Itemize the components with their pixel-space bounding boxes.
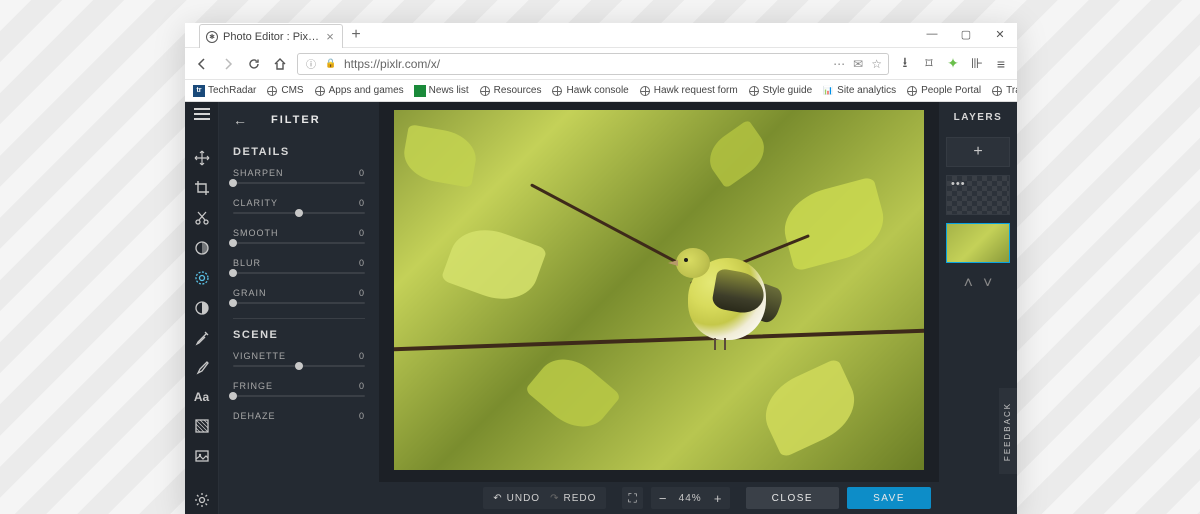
url-text: https://pixlr.com/x/ (344, 57, 827, 71)
text-tool-icon[interactable]: Aa (193, 390, 211, 404)
layers-title: LAYERS (954, 112, 1003, 123)
tab-title: Photo Editor : Pixlr X - free im... (223, 31, 319, 43)
library-icon[interactable]: ⊪ (969, 55, 985, 72)
zoom-in-button[interactable]: + (706, 491, 730, 506)
page-actions-icon[interactable]: ⋯ (833, 57, 845, 71)
browser-window: ✱ Photo Editor : Pixlr X - free im... × … (185, 23, 1017, 514)
title-bar: ✱ Photo Editor : Pixlr X - free im... × … (185, 23, 1017, 48)
zoom-group: − 44% + (651, 487, 730, 509)
forward-button[interactable] (219, 55, 237, 73)
canvas-main[interactable] (379, 102, 939, 482)
extension-icon[interactable]: ✦ (945, 55, 961, 72)
sharpen-slider[interactable]: SHARPEN0 (233, 168, 365, 184)
grain-slider[interactable]: GRAIN0 (233, 288, 365, 304)
site-info-icon[interactable]: ⓘ (304, 57, 318, 71)
hamburger-icon[interactable] (185, 108, 218, 120)
redo-button[interactable]: ↷ REDO (550, 493, 596, 504)
browser-toolbar: ⓘ 🔒 https://pixlr.com/x/ ⋯ ✉ ☆ ⭳ ⌑ ✦ ⊪ ≡ (185, 48, 1017, 80)
vignette-slider[interactable]: VIGNETTE0 (233, 351, 365, 367)
undo-redo-group: ↶ UNDO ↷ REDO (483, 487, 606, 509)
zoom-out-button[interactable]: − (651, 491, 675, 506)
image-tool-icon[interactable] (193, 448, 211, 464)
screenshot-icon[interactable]: ⌑ (921, 55, 937, 72)
bookmark-hawkrequest[interactable]: Hawk request form (639, 85, 738, 97)
bookmark-resources[interactable]: Resources (479, 85, 542, 97)
toolbar-right: ⭳ ⌑ ✦ ⊪ ≡ (897, 52, 1009, 76)
close-button[interactable]: CLOSE (746, 487, 839, 509)
bookmark-newslist[interactable]: News list (414, 85, 469, 97)
bookmark-styleguide[interactable]: Style guide (748, 85, 812, 97)
new-tab-button[interactable]: + (343, 23, 369, 47)
texture-tool-icon[interactable] (193, 418, 211, 434)
home-button[interactable] (271, 55, 289, 73)
pixlr-app: Aa ← FILTER DETAILS SHARPEN0 CLARITY0 SM… (185, 102, 1017, 514)
brush-tool-icon[interactable] (193, 360, 211, 376)
undo-button[interactable]: ↶ UNDO (493, 493, 540, 504)
back-button[interactable] (193, 55, 211, 73)
lock-icon: 🔒 (324, 57, 338, 71)
layer-up-icon[interactable]: ˄ (964, 275, 973, 293)
bookmark-apps[interactable]: Apps and games (314, 85, 404, 97)
bookmark-cms[interactable]: CMS (266, 85, 303, 97)
tab-close-icon[interactable]: × (324, 29, 336, 44)
smooth-slider[interactable]: SMOOTH0 (233, 228, 365, 244)
filter-panel: ← FILTER DETAILS SHARPEN0 CLARITY0 SMOOT… (219, 102, 379, 514)
browser-tab[interactable]: ✱ Photo Editor : Pixlr X - free im... × (199, 24, 343, 48)
contrast-tool-icon[interactable] (193, 300, 211, 316)
url-actions: ⋯ ✉ ☆ (833, 57, 882, 71)
clarity-slider[interactable]: CLARITY0 (233, 198, 365, 214)
fit-screen-button[interactable]: ⛶ (622, 487, 642, 509)
bookmark-hawkconsole[interactable]: Hawk console (551, 85, 628, 97)
bookmark-techradar[interactable]: trTechRadar (193, 85, 256, 97)
adjust-tool-icon[interactable] (193, 240, 211, 256)
cut-tool-icon[interactable] (193, 210, 211, 226)
close-window-button[interactable]: ✕ (983, 23, 1017, 45)
bookmark-star-icon[interactable]: ☆ (871, 57, 882, 71)
panel-back-icon[interactable]: ← (233, 112, 247, 128)
bookmark-siteanalytics[interactable]: 📊Site analytics (822, 85, 896, 97)
eyedropper-tool-icon[interactable] (193, 330, 211, 346)
menu-icon[interactable]: ≡ (993, 56, 1009, 72)
layer-nav: ˄ ˅ (964, 275, 993, 293)
move-tool-icon[interactable] (193, 150, 211, 166)
canvas-area: ↶ UNDO ↷ REDO ⛶ − 44% + CLOSE SAVE (379, 102, 939, 514)
save-button[interactable]: SAVE (847, 487, 931, 509)
scene-section-title: SCENE (233, 329, 365, 341)
settings-tool-icon[interactable] (193, 492, 211, 508)
add-layer-button[interactable]: + (946, 137, 1010, 167)
maximize-button[interactable]: ▢ (949, 23, 983, 45)
pixlr-favicon: ✱ (206, 31, 218, 43)
bookmark-peopleportal[interactable]: People Portal (906, 85, 981, 97)
url-bar[interactable]: ⓘ 🔒 https://pixlr.com/x/ ⋯ ✉ ☆ (297, 53, 889, 75)
layer-down-icon[interactable]: ˅ (983, 275, 992, 293)
download-icon[interactable]: ⭳ (897, 52, 913, 76)
toolstrip: Aa (185, 102, 219, 514)
crop-tool-icon[interactable] (193, 180, 211, 196)
bookmark-trainticket[interactable]: Train ticket form (991, 85, 1017, 97)
window-controls: — ▢ ✕ (915, 23, 1017, 45)
details-section-title: DETAILS (233, 146, 365, 158)
panel-title: FILTER (271, 114, 321, 126)
blur-slider[interactable]: BLUR0 (233, 258, 365, 274)
bookmarks-bar: trTechRadar CMS Apps and games News list… (185, 80, 1017, 102)
reload-button[interactable] (245, 55, 263, 73)
feedback-tab[interactable]: FEEDBACK (999, 388, 1017, 474)
layer-thumb-empty[interactable]: ••• (946, 175, 1010, 215)
filter-tool-icon[interactable] (193, 270, 211, 286)
minimize-button[interactable]: — (915, 23, 949, 45)
reader-icon[interactable]: ✉ (853, 57, 863, 71)
bottom-bar: ↶ UNDO ↷ REDO ⛶ − 44% + CLOSE SAVE (379, 482, 939, 514)
zoom-value: 44% (675, 493, 706, 504)
layer-thumb-active[interactable] (946, 223, 1010, 263)
photo-canvas[interactable] (394, 110, 924, 470)
dehaze-slider[interactable]: DEHAZE0 (233, 411, 365, 421)
fringe-slider[interactable]: FRINGE0 (233, 381, 365, 397)
